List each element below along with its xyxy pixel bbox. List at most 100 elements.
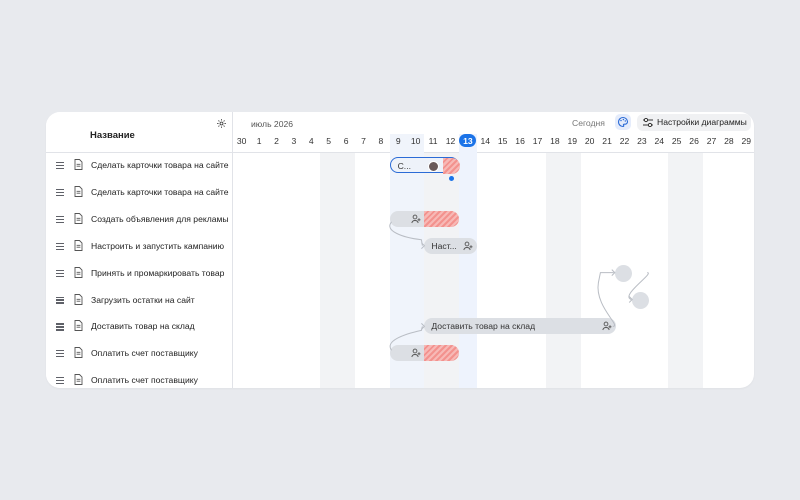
day-label[interactable]: 29 xyxy=(738,136,754,146)
task-name[interactable]: Настроить и запустить кампанию xyxy=(91,241,224,251)
day-label[interactable]: 15 xyxy=(494,136,511,146)
task-row[interactable]: Сделать карточки товара на сайте xyxy=(46,152,232,179)
day-label[interactable]: 27 xyxy=(703,136,720,146)
drag-handle-icon[interactable] xyxy=(56,242,64,250)
weekend-column xyxy=(546,153,564,388)
task-list-header: Название xyxy=(46,112,232,153)
drag-handle-icon[interactable] xyxy=(56,215,64,223)
resize-handle[interactable] xyxy=(448,176,454,181)
day-label[interactable]: 10 xyxy=(407,136,424,146)
task-name[interactable]: Сделать карточки товара на сайте xyxy=(91,187,229,197)
task-bar[interactable]: Доставить товар на склад xyxy=(424,318,616,335)
add-user-icon[interactable] xyxy=(602,321,612,331)
day-label[interactable]: 22 xyxy=(616,136,633,146)
weekend-column xyxy=(320,153,338,388)
add-user-icon[interactable] xyxy=(411,348,421,358)
palette-icon xyxy=(617,116,629,128)
weekend-column xyxy=(337,153,355,388)
milestone-marker[interactable] xyxy=(614,264,632,282)
task-name[interactable]: Принять и промаркировать товар xyxy=(91,268,224,278)
palette-button[interactable] xyxy=(615,114,631,130)
document-icon xyxy=(74,293,83,305)
drag-handle-icon[interactable] xyxy=(56,377,64,385)
task-bar-label: С... xyxy=(397,161,411,171)
document-icon xyxy=(74,239,83,251)
task-bar[interactable]: С... xyxy=(389,157,461,174)
drag-handle-icon[interactable] xyxy=(56,323,64,331)
task-bar[interactable] xyxy=(389,345,460,362)
day-label[interactable]: 13 xyxy=(459,136,476,146)
task-bar[interactable]: Наст... xyxy=(424,237,477,254)
chart-settings-button[interactable]: Настройки диаграммы xyxy=(637,114,751,131)
day-label[interactable]: 26 xyxy=(685,136,702,146)
day-label[interactable]: 7 xyxy=(355,136,372,146)
add-user-icon[interactable] xyxy=(463,241,473,251)
day-label[interactable]: 8 xyxy=(372,136,389,146)
chart-settings-label: Настройки диаграммы xyxy=(657,117,747,127)
document-icon xyxy=(74,159,83,170)
overdue-hatch xyxy=(424,210,460,227)
task-bar-label: Наст... xyxy=(431,240,457,251)
today-button[interactable]: Сегодня xyxy=(572,118,605,128)
overdue-hatch xyxy=(442,158,461,174)
day-label[interactable]: 25 xyxy=(668,136,685,146)
month-label: июль 2026 xyxy=(251,119,294,129)
task-name[interactable]: Создать объявления для рекламы xyxy=(91,214,229,224)
day-label[interactable]: 23 xyxy=(633,136,650,146)
drag-handle-icon[interactable] xyxy=(56,350,64,358)
gantt-card: Название Сделать карточки товара на сайт… xyxy=(46,112,754,388)
gear-icon[interactable] xyxy=(216,118,227,129)
task-name[interactable]: Загрузить остатки на сайт xyxy=(91,295,195,305)
day-label[interactable]: 3 xyxy=(285,136,302,146)
today-column xyxy=(459,134,477,388)
document-icon xyxy=(74,185,83,197)
task-row[interactable]: Доставить товар на склад xyxy=(46,313,232,340)
task-name[interactable]: Оплатить счет поставщику xyxy=(91,375,198,385)
day-label[interactable]: 14 xyxy=(477,136,494,146)
drag-handle-icon[interactable] xyxy=(56,269,64,277)
drag-handle-icon[interactable] xyxy=(56,296,64,304)
day-label[interactable]: 1 xyxy=(250,136,267,146)
day-label[interactable]: 12 xyxy=(442,136,459,146)
task-name[interactable]: Доставить товар на склад xyxy=(91,321,195,331)
column-title: Название xyxy=(90,130,135,141)
day-label[interactable]: 30 xyxy=(233,136,250,146)
task-name[interactable]: Оплатить счет поставщику xyxy=(91,348,198,358)
day-label[interactable]: 16 xyxy=(511,136,528,146)
task-row[interactable]: Загрузить остатки на сайт xyxy=(46,287,232,314)
day-label[interactable]: 11 xyxy=(424,136,441,146)
task-row[interactable]: Оплатить счет поставщику xyxy=(46,367,232,388)
overdue-hatch xyxy=(424,345,460,362)
task-bar[interactable] xyxy=(389,210,460,227)
milestone-marker[interactable] xyxy=(632,291,650,309)
day-label[interactable]: 24 xyxy=(651,136,668,146)
day-label[interactable]: 19 xyxy=(564,136,581,146)
add-user-icon[interactable] xyxy=(411,214,421,224)
task-row[interactable]: Настроить и запустить кампанию xyxy=(46,233,232,260)
day-label[interactable]: 20 xyxy=(581,136,598,146)
day-label[interactable]: 5 xyxy=(320,136,337,146)
day-label[interactable]: 18 xyxy=(546,136,563,146)
day-label[interactable]: 4 xyxy=(303,136,320,146)
task-row[interactable]: Принять и промаркировать товар xyxy=(46,260,232,287)
task-row[interactable]: Оплатить счет поставщику xyxy=(46,340,232,367)
day-label[interactable]: 6 xyxy=(337,136,354,146)
day-label[interactable]: 9 xyxy=(390,136,407,146)
assignee-avatar[interactable] xyxy=(428,161,440,172)
task-list-panel: Название Сделать карточки товара на сайт… xyxy=(46,112,233,388)
task-row[interactable]: Создать объявления для рекламы xyxy=(46,206,232,233)
day-label[interactable]: 17 xyxy=(529,136,546,146)
weekend-column xyxy=(563,153,581,388)
task-row[interactable]: Сделать карточки товара на сайте xyxy=(46,179,232,206)
weekend-column xyxy=(685,153,703,388)
day-label[interactable]: 2 xyxy=(268,136,285,146)
document-icon xyxy=(74,320,83,332)
task-name[interactable]: Сделать карточки товара на сайте xyxy=(91,160,229,170)
drag-handle-icon[interactable] xyxy=(56,162,64,170)
document-icon xyxy=(74,374,83,386)
document-icon xyxy=(74,266,83,278)
drag-handle-icon[interactable] xyxy=(56,188,64,197)
task-bar-label: Доставить товар на склад xyxy=(431,321,536,332)
day-label[interactable]: 28 xyxy=(720,136,737,146)
day-label[interactable]: 21 xyxy=(598,136,615,146)
